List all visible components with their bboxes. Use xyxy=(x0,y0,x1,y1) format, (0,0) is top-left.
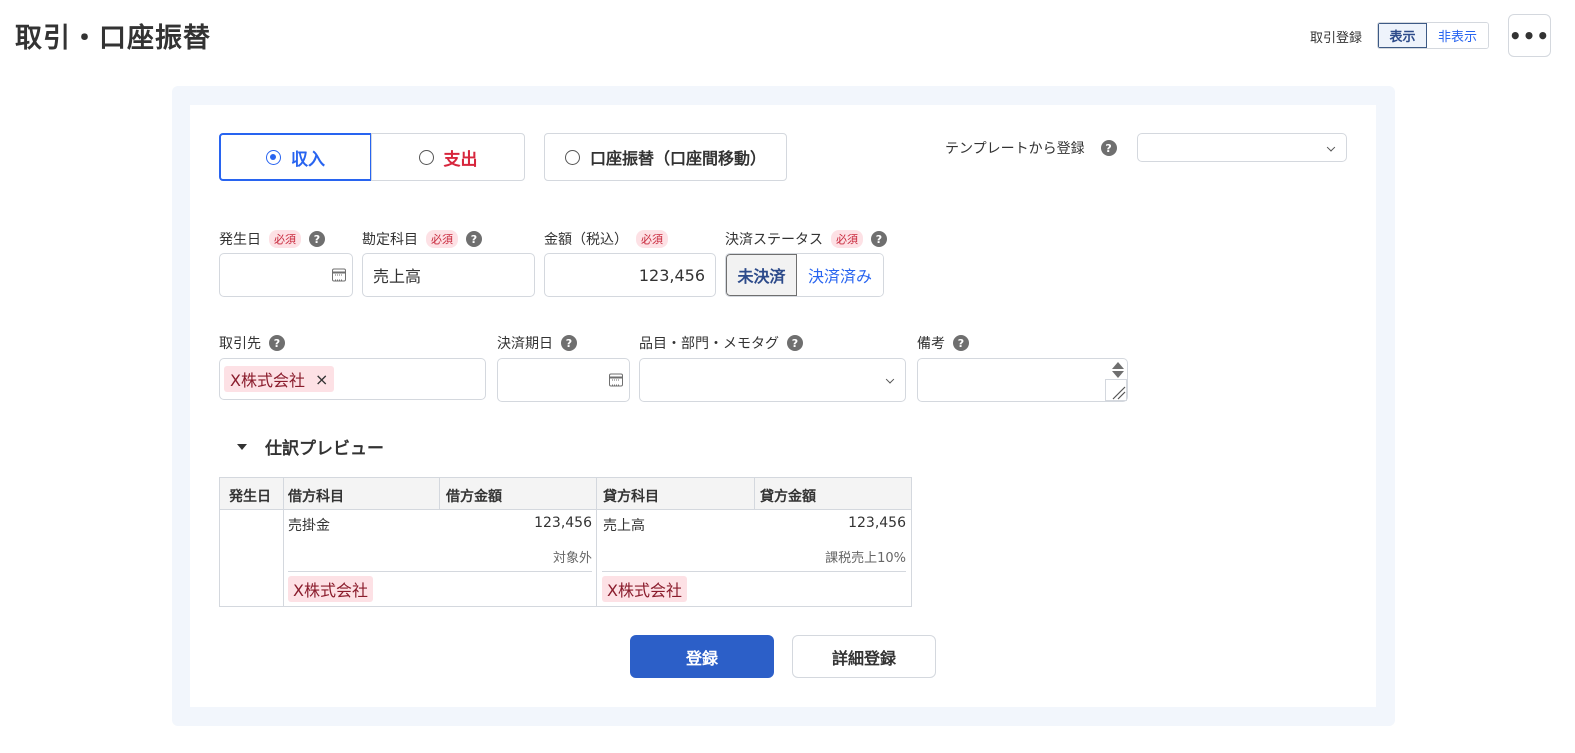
spinner-arrows-icon[interactable] xyxy=(1111,361,1125,379)
items-select[interactable] xyxy=(639,358,906,402)
expense-label: 支出 xyxy=(443,149,478,170)
toggle-show-button[interactable]: 表示 xyxy=(1378,23,1428,48)
help-icon[interactable]: ? xyxy=(269,335,285,351)
calendar-icon[interactable] xyxy=(332,268,346,282)
account-label-row: 勘定科目 必須 ? xyxy=(362,229,482,249)
transfer-label: 口座振替（口座間移動） xyxy=(589,149,766,168)
help-icon[interactable]: ? xyxy=(871,231,887,247)
page-title: 取引・口座振替 xyxy=(15,23,211,54)
register-visibility-toggle: 表示 非表示 xyxy=(1377,22,1489,49)
help-icon[interactable]: ? xyxy=(953,335,969,351)
required-badge: 必須 xyxy=(831,230,863,248)
memo-label: 備考 xyxy=(917,336,945,352)
account-input[interactable]: 売上高 xyxy=(362,253,535,297)
toggle-hide-button[interactable]: 非表示 xyxy=(1427,23,1488,48)
chevron-down-icon xyxy=(1326,142,1336,152)
help-icon[interactable]: ? xyxy=(1100,140,1117,156)
items-label-row: 品目・部門・メモタグ ? xyxy=(639,333,803,353)
date-label: 発生日 xyxy=(219,232,261,248)
credit-amount: 123,456 xyxy=(848,515,906,531)
resize-handle-icon[interactable] xyxy=(1105,379,1127,401)
income-label: 収入 xyxy=(291,149,325,170)
amount-input[interactable]: 123,456 xyxy=(544,253,716,297)
caret-down-icon xyxy=(237,443,247,450)
required-badge: 必須 xyxy=(426,230,458,248)
status-label: 決済ステータス xyxy=(725,232,823,248)
column-header: 借方金額 xyxy=(446,489,502,505)
required-badge: 必須 xyxy=(636,230,668,248)
template-label: テンプレートから登録 xyxy=(945,141,1085,157)
table-header-row: 発生日 借方科目 借方金額 貸方科目 貸方金額 xyxy=(220,478,911,510)
due-date-input[interactable] xyxy=(497,358,630,402)
partner-tag: X株式会社 × xyxy=(224,366,335,392)
row-divider xyxy=(288,571,592,572)
template-select[interactable] xyxy=(1137,133,1347,162)
credit-account: 売上高 xyxy=(603,518,645,534)
more-dots-icon: ••• xyxy=(1508,23,1551,48)
debit-amount: 123,456 xyxy=(534,515,592,531)
memo-textarea[interactable] xyxy=(917,358,1128,402)
account-input-value: 売上高 xyxy=(373,267,422,286)
partner-label: 取引先 xyxy=(219,336,261,352)
status-unpaid-button[interactable]: 未決済 xyxy=(726,254,798,296)
payment-status-toggle: 未決済 決済済み xyxy=(725,253,884,297)
template-label-row: テンプレートから登録 ? xyxy=(945,138,1117,158)
help-icon[interactable]: ? xyxy=(309,231,325,247)
column-divider xyxy=(283,478,284,606)
radio-selected-icon xyxy=(266,149,281,165)
register-toggle-label: 取引登録 xyxy=(1310,31,1363,46)
credit-partner-tag: X株式会社 xyxy=(602,576,687,602)
help-icon[interactable]: ? xyxy=(787,335,803,351)
chevron-down-icon xyxy=(885,375,895,384)
partner-label-row: 取引先 ? xyxy=(219,333,285,353)
amount-label: 金額（税込） xyxy=(544,232,628,248)
amount-input-value: 123,456 xyxy=(638,265,705,285)
detailed-register-button[interactable]: 詳細登録 xyxy=(792,635,936,678)
column-header: 貸方金額 xyxy=(760,489,816,505)
column-divider xyxy=(754,478,755,510)
income-type-button[interactable]: 収入 xyxy=(219,133,372,181)
column-header: 発生日 xyxy=(229,489,271,505)
register-button[interactable]: 登録 xyxy=(630,635,774,678)
amount-label-row: 金額（税込） 必須 xyxy=(544,229,668,249)
memo-label-row: 備考 ? xyxy=(917,333,969,353)
debit-tax-category: 対象外 xyxy=(552,551,592,566)
column-header: 借方科目 xyxy=(288,489,344,505)
account-label: 勘定科目 xyxy=(362,232,418,248)
partner-input[interactable]: X株式会社 × xyxy=(219,358,486,400)
journal-preview-toggle[interactable]: 仕訳プレビュー xyxy=(237,434,384,459)
radio-unselected-icon xyxy=(418,149,434,165)
help-icon[interactable]: ? xyxy=(466,231,482,247)
items-label: 品目・部門・メモタグ xyxy=(639,336,779,352)
close-icon[interactable]: × xyxy=(315,370,328,389)
status-paid-button[interactable]: 決済済み xyxy=(797,254,883,296)
expense-type-button[interactable]: 支出 xyxy=(371,133,525,181)
form-inner-panel xyxy=(190,105,1376,707)
required-badge: 必須 xyxy=(269,230,301,248)
column-divider xyxy=(596,478,597,606)
radio-unselected-icon xyxy=(564,149,580,165)
due-date-label-row: 決済期日 ? xyxy=(497,333,577,353)
column-divider xyxy=(439,478,440,510)
debit-account: 売掛金 xyxy=(288,518,330,534)
status-label-row: 決済ステータス 必須 ? xyxy=(725,229,887,249)
more-options-button[interactable]: ••• xyxy=(1508,14,1551,57)
help-icon[interactable]: ? xyxy=(561,335,577,351)
partner-tag-label: X株式会社 xyxy=(230,371,305,390)
date-input[interactable] xyxy=(219,253,353,297)
date-label-row: 発生日 必須 ? xyxy=(219,229,325,249)
transfer-type-button[interactable]: 口座振替（口座間移動） xyxy=(544,133,787,181)
credit-tax-category: 課税売上10% xyxy=(825,551,906,566)
debit-partner-tag: X株式会社 xyxy=(288,576,373,602)
column-header: 貸方科目 xyxy=(603,489,659,505)
row-divider xyxy=(602,571,906,572)
journal-preview-table: 発生日 借方科目 借方金額 貸方科目 貸方金額 売掛金 123,456 対象外 … xyxy=(219,477,912,607)
due-date-label: 決済期日 xyxy=(497,336,553,352)
journal-preview-title: 仕訳プレビュー xyxy=(265,439,384,459)
calendar-icon[interactable] xyxy=(609,373,623,387)
